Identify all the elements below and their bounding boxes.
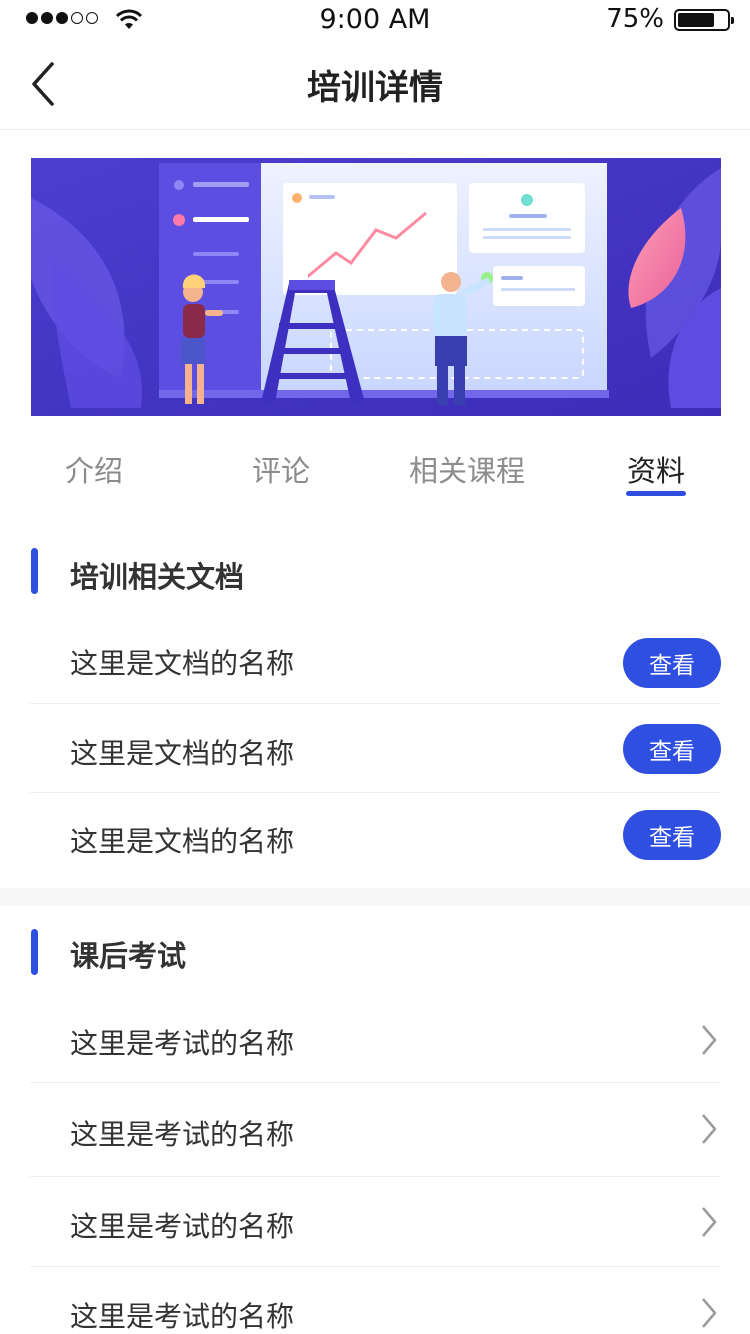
battery-percentage: 75%	[606, 4, 664, 34]
navigation-bar: 培训详情	[0, 40, 750, 130]
exam-section-title: 课后考试	[70, 939, 187, 973]
section-marker	[31, 929, 38, 975]
view-document-button[interactable]: 查看	[623, 724, 721, 774]
chevron-right-icon	[702, 1025, 717, 1055]
docs-section-title: 培训相关文档	[70, 560, 245, 594]
active-tab-indicator	[626, 491, 686, 496]
section-divider	[0, 888, 750, 906]
chevron-right-icon	[702, 1298, 717, 1328]
tab-comments[interactable]: 评论	[252, 448, 310, 490]
view-document-button[interactable]: 查看	[623, 810, 721, 860]
section-marker	[31, 548, 38, 594]
battery-icon	[674, 9, 734, 31]
view-document-button[interactable]: 查看	[623, 638, 721, 688]
exam-row[interactable]: 这里是考试的名称	[30, 1083, 721, 1177]
status-bar: 9:00 AM 75%	[0, 0, 750, 40]
exam-row[interactable]: 这里是考试的名称	[30, 1267, 721, 1334]
tab-related-courses[interactable]: 相关课程	[409, 448, 525, 490]
exam-name: 这里是考试的名称	[70, 1210, 295, 1243]
tab-intro[interactable]: 介绍	[65, 448, 123, 490]
document-name: 这里是文档的名称	[70, 737, 295, 770]
page-title: 培训详情	[307, 68, 443, 108]
exam-name: 这里是考试的名称	[70, 1300, 295, 1333]
tab-materials[interactable]: 资料	[627, 448, 685, 490]
exam-row[interactable]: 这里是考试的名称	[30, 996, 721, 1083]
exam-name: 这里是考试的名称	[70, 1027, 295, 1060]
exam-name: 这里是考试的名称	[70, 1118, 295, 1151]
document-row: 这里是文档的名称 查看	[30, 704, 721, 793]
chevron-right-icon	[702, 1114, 717, 1144]
training-banner-image	[31, 158, 721, 416]
document-name: 这里是文档的名称	[70, 825, 295, 858]
chevron-right-icon	[702, 1207, 717, 1237]
document-name: 这里是文档的名称	[70, 647, 295, 680]
exam-row[interactable]: 这里是考试的名称	[30, 1177, 721, 1267]
document-row: 这里是文档的名称 查看	[30, 618, 721, 704]
tab-bar: 介绍 评论 相关课程 资料	[0, 430, 750, 510]
document-row: 这里是文档的名称 查看	[30, 793, 721, 888]
